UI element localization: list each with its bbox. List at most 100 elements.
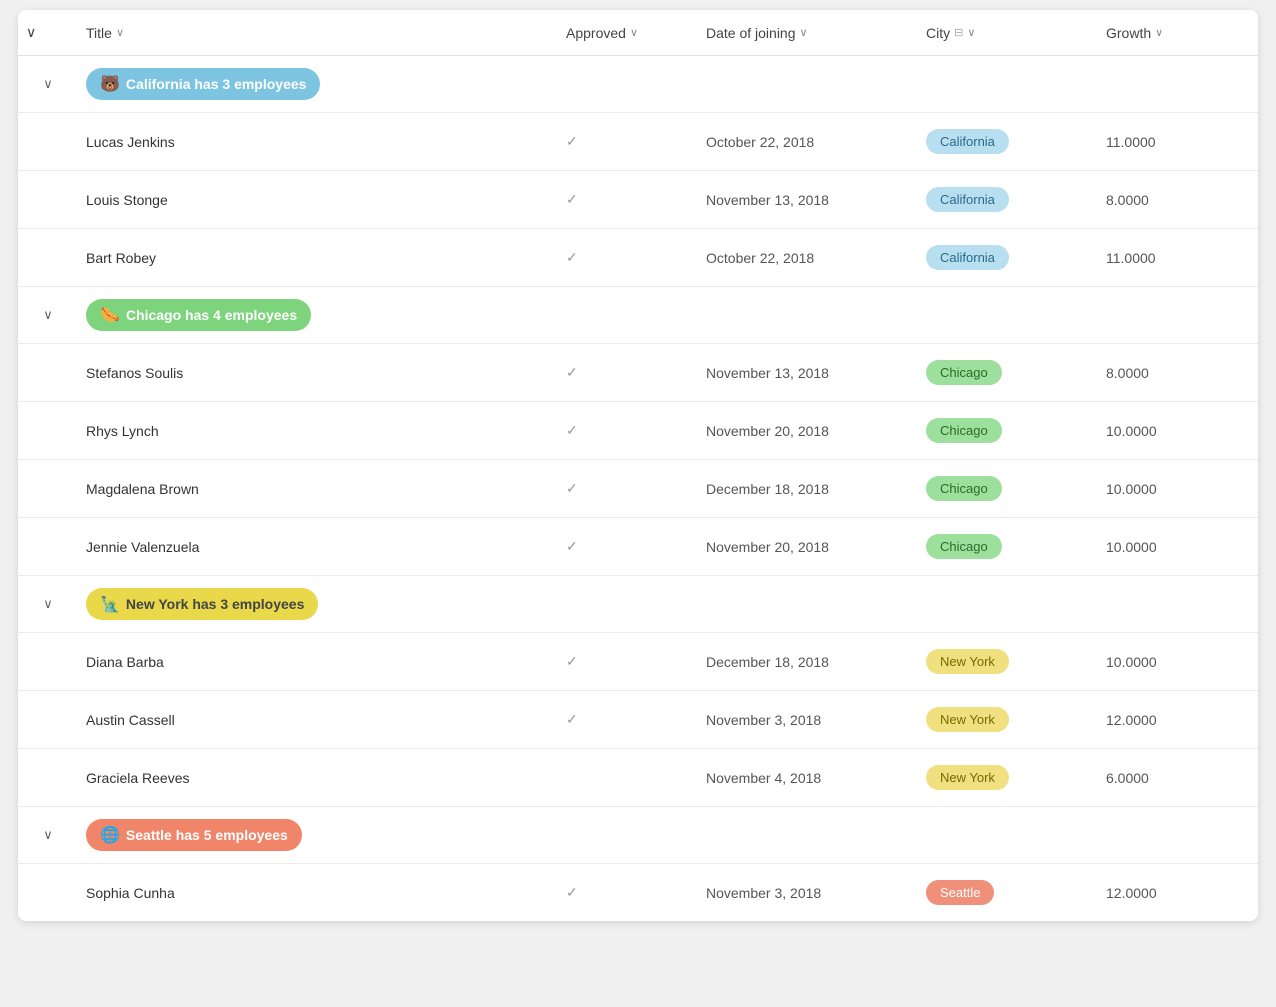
group-badge-california: 🐻 California has 3 employees bbox=[86, 68, 320, 100]
cell-city-2-1: New York bbox=[918, 707, 1098, 732]
date-sort-icon: ∨ bbox=[800, 26, 808, 39]
chevron-down-icon: ∨ bbox=[43, 596, 53, 612]
header-date[interactable]: Date of joining ∨ bbox=[698, 24, 918, 41]
cell-date-2-0: December 18, 2018 bbox=[698, 654, 918, 670]
cell-date-1-3: November 20, 2018 bbox=[698, 539, 918, 555]
table-body: ∨ 🐻 California has 3 employees Lucas Jen… bbox=[18, 56, 1258, 921]
group-badge-chicago: 🌭 Chicago has 4 employees bbox=[86, 299, 311, 331]
header-expand[interactable]: ∨ bbox=[18, 24, 78, 41]
group-label-container-california: 🐻 California has 3 employees bbox=[78, 68, 1258, 100]
city-tag-2-0: New York bbox=[926, 649, 1009, 674]
cell-city-1-3: Chicago bbox=[918, 534, 1098, 559]
city-tag-1-0: Chicago bbox=[926, 360, 1002, 385]
header-approved[interactable]: Approved ∨ bbox=[558, 24, 698, 41]
checkmark-icon: ✓ bbox=[566, 884, 578, 901]
table-row: Austin Cassell ✓ November 3, 2018 New Yo… bbox=[18, 691, 1258, 749]
group-toggle-chicago[interactable]: ∨ bbox=[18, 307, 78, 323]
city-tag-1-3: Chicago bbox=[926, 534, 1002, 559]
cell-growth-0-1: 8.0000 bbox=[1098, 192, 1258, 208]
city-filter-icon: ⊟ bbox=[954, 26, 963, 39]
chevron-down-icon: ∨ bbox=[43, 76, 53, 92]
group-label-chicago: Chicago has 4 employees bbox=[126, 307, 297, 323]
group-emoji-newyork: 🗽 bbox=[100, 594, 120, 614]
cell-name-1-1: Rhys Lynch bbox=[78, 423, 558, 439]
checkmark-icon: ✓ bbox=[566, 653, 578, 670]
group-toggle-newyork[interactable]: ∨ bbox=[18, 596, 78, 612]
cell-city-1-2: Chicago bbox=[918, 476, 1098, 501]
header-city-label: City bbox=[926, 25, 950, 41]
header-title[interactable]: Title ∨ bbox=[78, 24, 558, 41]
group-toggle-california[interactable]: ∨ bbox=[18, 76, 78, 92]
group-label-newyork: New York has 3 employees bbox=[126, 596, 304, 612]
cell-date-1-2: December 18, 2018 bbox=[698, 481, 918, 497]
city-tag-1-1: Chicago bbox=[926, 418, 1002, 443]
group-label-seattle: Seattle has 5 employees bbox=[126, 827, 288, 843]
cell-growth-1-1: 10.0000 bbox=[1098, 423, 1258, 439]
cell-date-0-1: November 13, 2018 bbox=[698, 192, 918, 208]
city-tag-2-2: New York bbox=[926, 765, 1009, 790]
cell-city-0-1: California bbox=[918, 187, 1098, 212]
table-row: Diana Barba ✓ December 18, 2018 New York… bbox=[18, 633, 1258, 691]
cell-date-2-1: November 3, 2018 bbox=[698, 712, 918, 728]
checkmark-icon: ✓ bbox=[566, 480, 578, 497]
cell-date-3-0: November 3, 2018 bbox=[698, 885, 918, 901]
group-label-container-newyork: 🗽 New York has 3 employees bbox=[78, 588, 1258, 620]
group-toggle-seattle[interactable]: ∨ bbox=[18, 827, 78, 843]
cell-approved-2-0: ✓ bbox=[558, 653, 698, 670]
city-tag-3-0: Seattle bbox=[926, 880, 994, 905]
cell-name-1-0: Stefanos Soulis bbox=[78, 365, 558, 381]
employee-table: ∨ Title ∨ Approved ∨ Date of joining ∨ C… bbox=[18, 10, 1258, 921]
cell-growth-1-3: 10.0000 bbox=[1098, 539, 1258, 555]
cell-date-0-0: October 22, 2018 bbox=[698, 134, 918, 150]
group-row-chicago: ∨ 🌭 Chicago has 4 employees bbox=[18, 287, 1258, 344]
cell-growth-1-2: 10.0000 bbox=[1098, 481, 1258, 497]
cell-name-1-2: Magdalena Brown bbox=[78, 481, 558, 497]
city-tag-0-2: California bbox=[926, 245, 1009, 270]
cell-approved-1-1: ✓ bbox=[558, 422, 698, 439]
city-sort-icon: ∨ bbox=[967, 26, 975, 39]
cell-city-2-2: New York bbox=[918, 765, 1098, 790]
cell-growth-3-0: 12.0000 bbox=[1098, 885, 1258, 901]
cell-growth-2-2: 6.0000 bbox=[1098, 770, 1258, 786]
growth-sort-icon: ∨ bbox=[1155, 26, 1163, 39]
table-row: Stefanos Soulis ✓ November 13, 2018 Chic… bbox=[18, 344, 1258, 402]
cell-growth-2-1: 12.0000 bbox=[1098, 712, 1258, 728]
chevron-down-icon: ∨ bbox=[43, 827, 53, 843]
table-row: Jennie Valenzuela ✓ November 20, 2018 Ch… bbox=[18, 518, 1258, 576]
group-badge-newyork: 🗽 New York has 3 employees bbox=[86, 588, 318, 620]
cell-date-0-2: October 22, 2018 bbox=[698, 250, 918, 266]
header-growth[interactable]: Growth ∨ bbox=[1098, 24, 1258, 41]
table-row: Lucas Jenkins ✓ October 22, 2018 Califor… bbox=[18, 113, 1258, 171]
cell-growth-2-0: 10.0000 bbox=[1098, 654, 1258, 670]
group-row-seattle: ∨ 🌐 Seattle has 5 employees bbox=[18, 807, 1258, 864]
cell-approved-1-3: ✓ bbox=[558, 538, 698, 555]
cell-date-1-0: November 13, 2018 bbox=[698, 365, 918, 381]
group-row-newyork: ∨ 🗽 New York has 3 employees bbox=[18, 576, 1258, 633]
city-tag-0-1: California bbox=[926, 187, 1009, 212]
group-row-california: ∨ 🐻 California has 3 employees bbox=[18, 56, 1258, 113]
cell-growth-0-0: 11.0000 bbox=[1098, 134, 1258, 150]
header-date-label: Date of joining bbox=[706, 25, 796, 41]
cell-name-2-2: Graciela Reeves bbox=[78, 770, 558, 786]
cell-name-2-1: Austin Cassell bbox=[78, 712, 558, 728]
checkmark-icon: ✓ bbox=[566, 249, 578, 266]
group-emoji-chicago: 🌭 bbox=[100, 305, 120, 325]
header-city[interactable]: City ⊟ ∨ bbox=[918, 24, 1098, 41]
chevron-down-icon: ∨ bbox=[26, 24, 36, 41]
cell-name-0-2: Bart Robey bbox=[78, 250, 558, 266]
group-label-container-seattle: 🌐 Seattle has 5 employees bbox=[78, 819, 1258, 851]
header-approved-label: Approved bbox=[566, 25, 626, 41]
cell-date-1-1: November 20, 2018 bbox=[698, 423, 918, 439]
group-badge-seattle: 🌐 Seattle has 5 employees bbox=[86, 819, 302, 851]
cell-name-3-0: Sophia Cunha bbox=[78, 885, 558, 901]
table-row: Louis Stonge ✓ November 13, 2018 Califor… bbox=[18, 171, 1258, 229]
city-tag-2-1: New York bbox=[926, 707, 1009, 732]
title-sort-icon: ∨ bbox=[116, 26, 124, 39]
cell-approved-3-0: ✓ bbox=[558, 884, 698, 901]
checkmark-icon: ✓ bbox=[566, 133, 578, 150]
cell-approved-2-1: ✓ bbox=[558, 711, 698, 728]
cell-city-3-0: Seattle bbox=[918, 880, 1098, 905]
group-label-container-chicago: 🌭 Chicago has 4 employees bbox=[78, 299, 1258, 331]
cell-name-0-1: Louis Stonge bbox=[78, 192, 558, 208]
city-tag-0-0: California bbox=[926, 129, 1009, 154]
